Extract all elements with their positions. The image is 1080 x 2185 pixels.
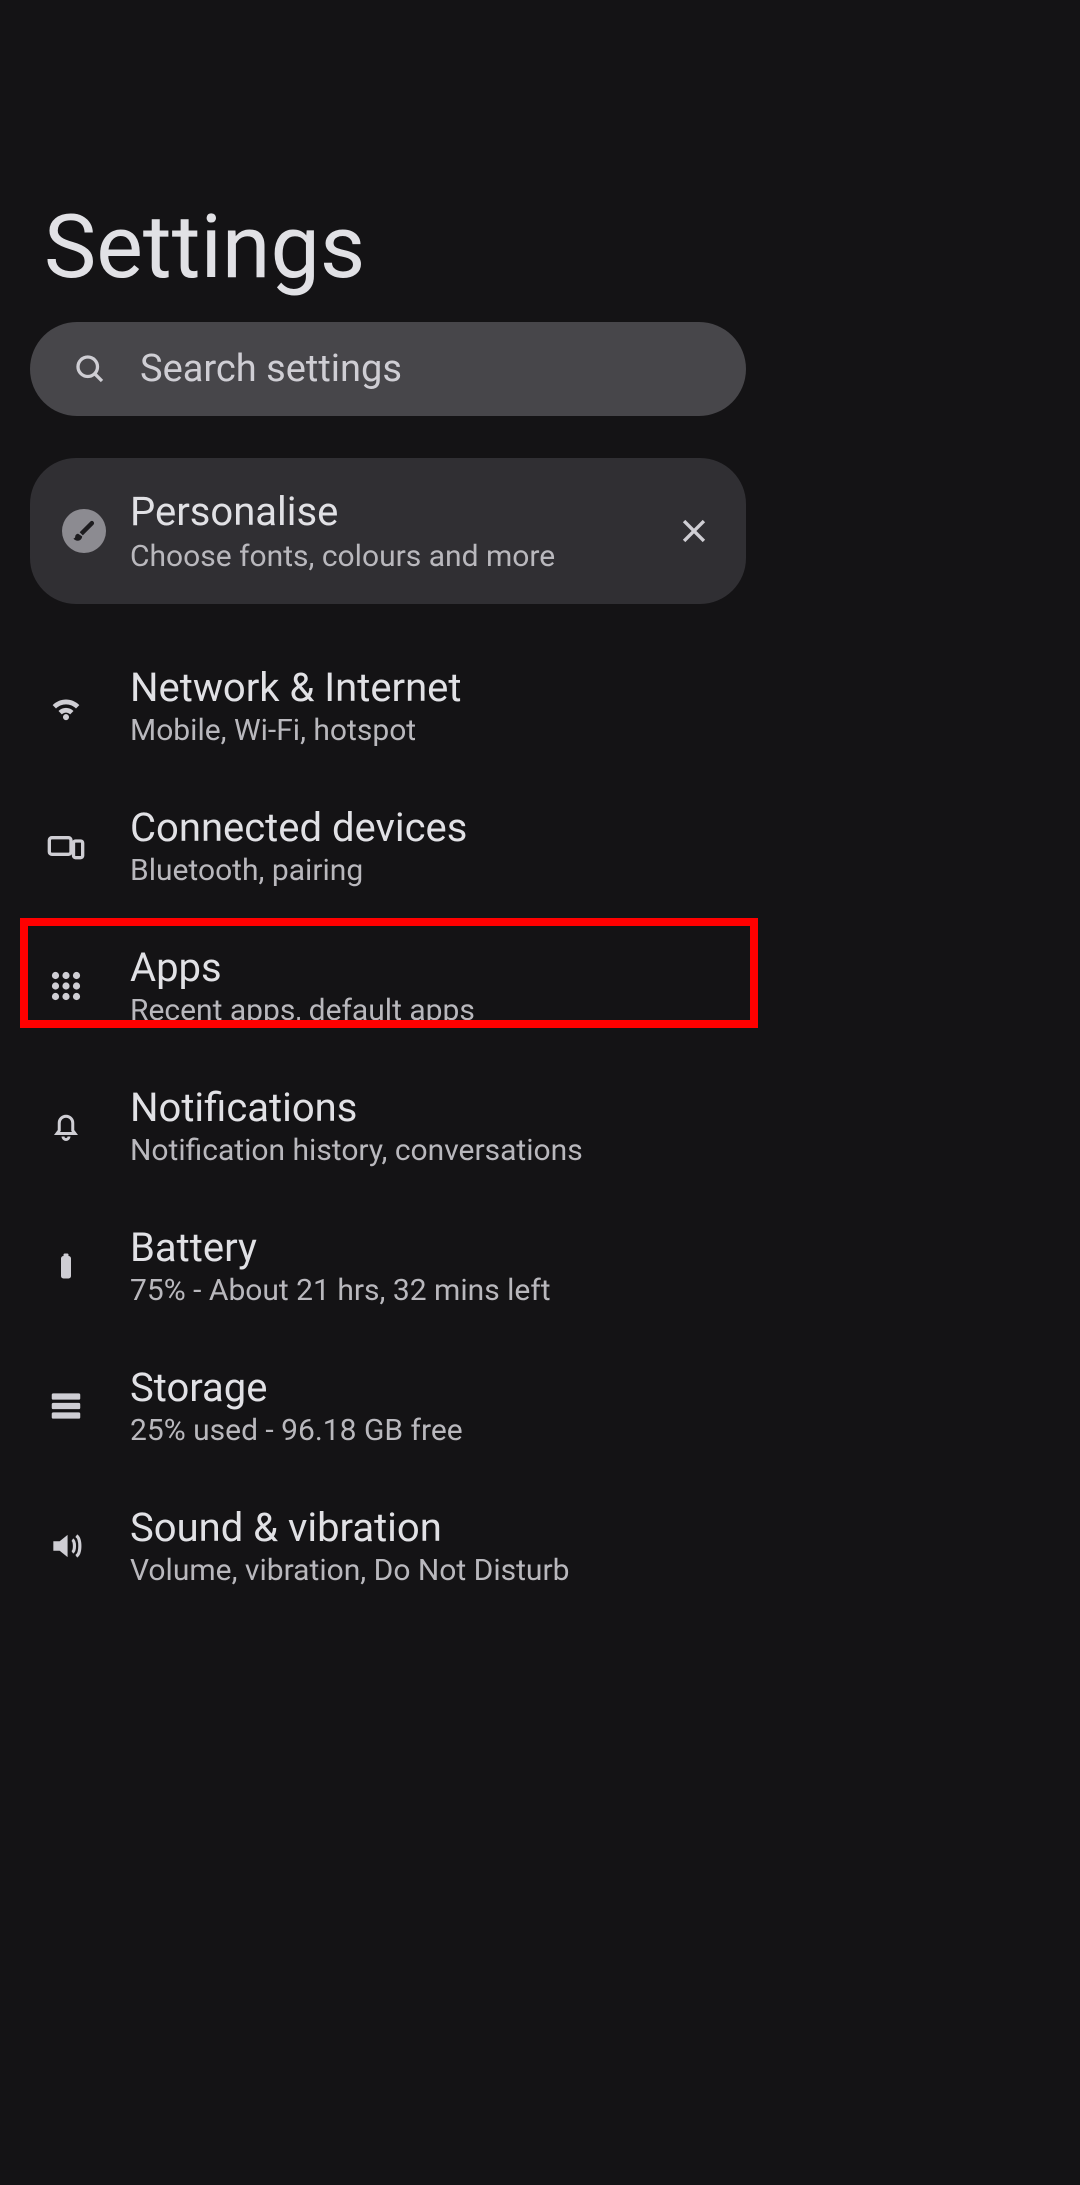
row-subtitle: Volume, vibration, Do Not Disturb (130, 1553, 569, 1588)
promo-subtitle: Choose fonts, colours and more (130, 539, 666, 574)
wifi-icon (44, 684, 88, 728)
close-icon[interactable] (666, 503, 722, 559)
row-subtitle: Mobile, Wi-Fi, hotspot (130, 713, 461, 748)
row-storage[interactable]: Storage 25% used - 96.18 GB free (0, 1336, 774, 1476)
personalise-promo[interactable]: Personalise Choose fonts, colours and mo… (30, 458, 746, 604)
row-connected-devices[interactable]: Connected devices Bluetooth, pairing (0, 776, 774, 916)
row-subtitle: Notification history, conversations (130, 1133, 583, 1168)
row-subtitle: 25% used - 96.18 GB free (130, 1413, 463, 1448)
settings-list: Network & Internet Mobile, Wi-Fi, hotspo… (0, 636, 774, 1616)
row-subtitle: Bluetooth, pairing (130, 853, 467, 888)
row-sound-vibration[interactable]: Sound & vibration Volume, vibration, Do … (0, 1476, 774, 1616)
row-subtitle: 75% - About 21 hrs, 32 mins left (130, 1273, 551, 1308)
volume-icon (44, 1524, 88, 1568)
bell-icon (44, 1104, 88, 1148)
row-notifications[interactable]: Notifications Notification history, conv… (0, 1056, 774, 1196)
row-network-internet[interactable]: Network & Internet Mobile, Wi-Fi, hotspo… (0, 636, 774, 776)
row-title: Storage (130, 1364, 463, 1411)
devices-icon (44, 824, 88, 868)
brush-icon (62, 509, 106, 553)
row-title: Sound & vibration (130, 1504, 569, 1551)
row-title: Notifications (130, 1084, 583, 1131)
storage-icon (44, 1384, 88, 1428)
row-title: Apps (130, 944, 475, 991)
search-input[interactable]: Search settings (30, 322, 746, 416)
page-title: Settings (44, 196, 365, 299)
row-apps[interactable]: Apps Recent apps, default apps (0, 916, 774, 1056)
row-title: Connected devices (130, 804, 467, 851)
battery-icon (44, 1244, 88, 1288)
promo-title: Personalise (130, 488, 666, 535)
row-title: Battery (130, 1224, 551, 1271)
row-subtitle: Recent apps, default apps (130, 993, 475, 1028)
row-title: Network & Internet (130, 664, 461, 711)
row-battery[interactable]: Battery 75% - About 21 hrs, 32 mins left (0, 1196, 774, 1336)
search-placeholder: Search settings (140, 347, 402, 391)
apps-icon (44, 964, 88, 1008)
search-icon (66, 345, 114, 393)
